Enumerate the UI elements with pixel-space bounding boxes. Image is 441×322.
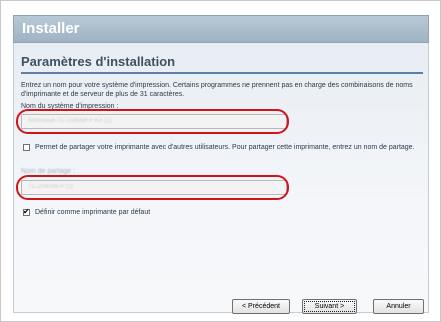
- default-printer-label: Définir comme imprimante par défaut: [35, 209, 151, 216]
- heading-divider: [21, 72, 423, 74]
- cancel-button[interactable]: Annuler: [373, 299, 424, 314]
- section-description: Entrez un nom pour votre système d'impre…: [21, 82, 413, 98]
- back-button[interactable]: < Précédent: [232, 299, 290, 314]
- dialog-content: Paramètres d'installation Entrez un nom …: [13, 43, 429, 314]
- section-heading: Paramètres d'installation: [21, 54, 176, 69]
- annotation-oval-share-name: [16, 175, 289, 200]
- share-name-label: Nom de partage :: [21, 168, 76, 175]
- title-bar: Installer: [13, 15, 429, 43]
- window-title: Installer: [22, 20, 80, 37]
- share-checkbox[interactable]: [23, 144, 30, 151]
- annotation-oval-printer-name: [16, 109, 289, 134]
- next-button[interactable]: Suivant >: [302, 299, 357, 314]
- default-printer-checkbox[interactable]: [23, 207, 30, 216]
- installer-window: Installer Paramètres d'installation Entr…: [0, 0, 441, 322]
- share-checkbox-label: Permet de partager votre imprimante avec…: [35, 144, 415, 151]
